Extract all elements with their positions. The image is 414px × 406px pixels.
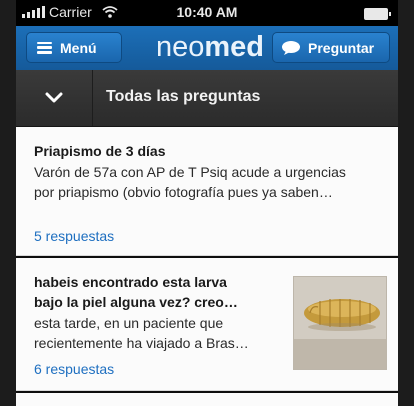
chevron-down-icon — [45, 92, 63, 103]
filter-title: Todas las preguntas — [106, 88, 261, 105]
menu-button-label: Menú — [60, 39, 97, 56]
status-bar: Carrier 10:40 AM — [16, 0, 398, 26]
answers-count-link[interactable]: 5 respuestas — [34, 228, 114, 244]
question-card-partial[interactable] — [16, 393, 398, 406]
question-excerpt-line: Varón de 57a con AP de T Psiq acude a ur… — [34, 164, 346, 180]
app-header: Menú neomed Preguntar — [16, 26, 398, 70]
question-title-line[interactable]: bajo la piel alguna vez? creo… — [34, 292, 238, 312]
filter-toggle[interactable] — [16, 70, 93, 126]
hamburger-icon — [37, 41, 52, 54]
question-title-line[interactable]: habeis encontrado esta larva — [34, 272, 227, 292]
logo-bold-part: med — [204, 31, 265, 63]
app-logo: neomed — [156, 31, 264, 64]
question-excerpt-line: recientemente ha viajado a Bras… — [34, 335, 249, 351]
phone-screen: Carrier 10:40 AM Menú neomed Preguntar T… — [16, 0, 398, 406]
question-card[interactable]: Priapismo de 3 días Varón de 57a con AP … — [16, 127, 398, 256]
question-title[interactable]: Priapismo de 3 días — [34, 141, 166, 161]
battery-icon — [364, 8, 391, 20]
ask-button[interactable]: Preguntar — [272, 32, 390, 63]
ask-button-label: Preguntar — [308, 39, 375, 56]
question-card[interactable]: habeis encontrado esta larva bajo la pie… — [16, 258, 398, 391]
question-excerpt-line: esta tarde, en un paciente que — [34, 315, 224, 331]
status-time: 10:40 AM — [176, 4, 238, 20]
larva-image — [294, 277, 386, 369]
question-excerpt-line: por priapismo (obvio fotografía pues ya … — [34, 184, 333, 200]
logo-light-part: neo — [156, 31, 205, 63]
answers-count-link[interactable]: 6 respuestas — [34, 361, 114, 377]
speech-bubble-icon — [282, 40, 300, 55]
filter-bar[interactable]: Todas las preguntas — [16, 70, 398, 127]
menu-button[interactable]: Menú — [26, 32, 122, 63]
question-thumbnail[interactable] — [293, 276, 387, 370]
